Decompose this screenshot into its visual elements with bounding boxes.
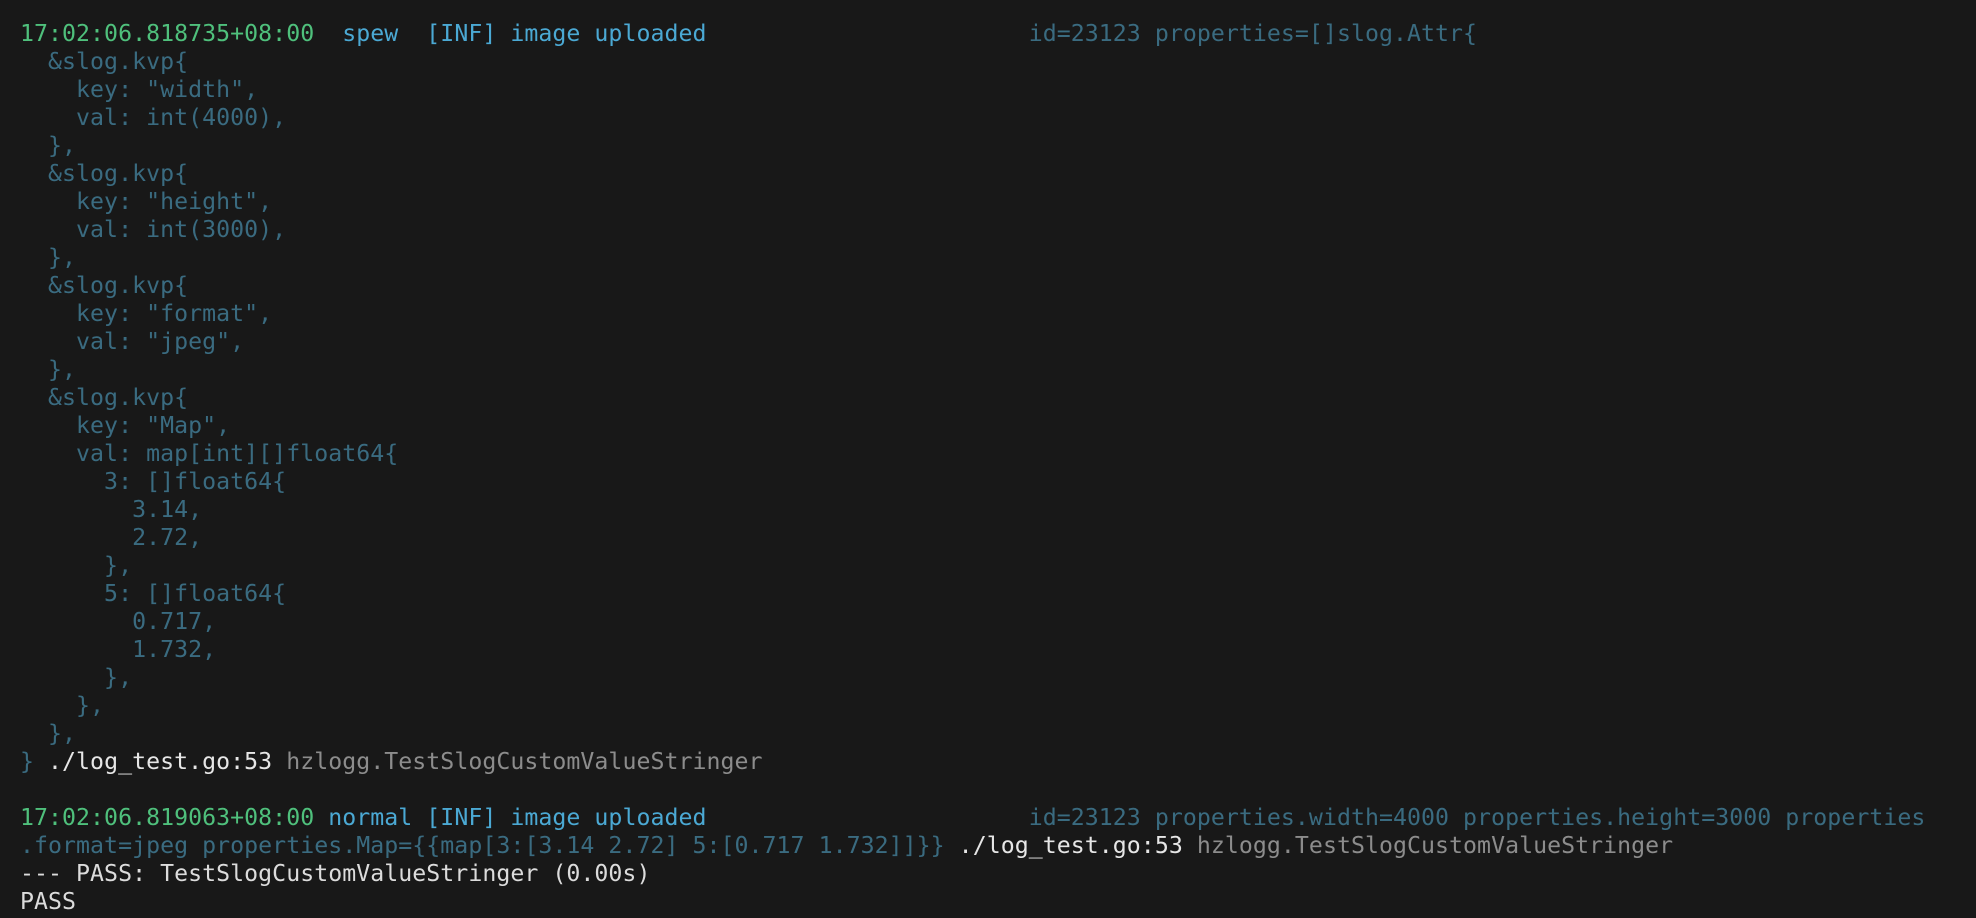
terminal-line: &slog.kvp{	[20, 272, 1976, 300]
terminal-line: 5: []float64{	[20, 580, 1976, 608]
terminal-line: 0.717,	[20, 608, 1976, 636]
terminal-line: },	[20, 552, 1976, 580]
log-attributes: key: "format",	[20, 300, 273, 327]
log-timestamp: 17:02:06.819063+08:00	[20, 804, 315, 831]
log-attributes: id=23123 properties.width=4000 propertie…	[706, 804, 1926, 831]
log-attributes: 3: []float64{	[20, 468, 287, 495]
log-attributes: &slog.kvp{	[20, 48, 189, 75]
terminal-line: &slog.kvp{	[20, 160, 1976, 188]
log-timestamp: 17:02:06.818735+08:00	[20, 20, 315, 47]
terminal-line: val: map[int][]float64{	[20, 440, 1976, 468]
log-attributes: },	[20, 720, 77, 747]
terminal-line: 1.732,	[20, 636, 1976, 664]
log-level-message: normal [INF] image uploaded	[314, 804, 707, 831]
log-attributes: val: "jpeg",	[20, 328, 245, 355]
function-name: hzlogg.TestSlogCustomValueStringer	[272, 748, 763, 775]
terminal-line: &slog.kvp{	[20, 384, 1976, 412]
terminal-line: val: int(3000),	[20, 216, 1976, 244]
terminal-line: 3.14,	[20, 496, 1976, 524]
terminal-line: &slog.kvp{	[20, 48, 1976, 76]
function-name: hzlogg.TestSlogCustomValueStringer	[1182, 832, 1674, 859]
terminal-line: 2.72,	[20, 524, 1976, 552]
log-attributes: },	[20, 552, 133, 579]
log-attributes: key: "height",	[20, 188, 273, 215]
terminal-line: 17:02:06.819063+08:00 normal [INF] image…	[20, 804, 1976, 832]
log-attributes: },	[20, 692, 105, 719]
test-output: --- PASS: TestSlogCustomValueStringer (0…	[20, 860, 651, 887]
terminal-line: },	[20, 356, 1976, 384]
log-attributes: &slog.kvp{	[20, 384, 189, 411]
log-attributes: },	[20, 244, 77, 271]
terminal-line: },	[20, 720, 1976, 748]
log-attributes: id=23123 properties=[]slog.Attr{	[706, 20, 1478, 47]
log-attributes: val: int(4000),	[20, 104, 287, 131]
terminal-line: key: "format",	[20, 300, 1976, 328]
log-attributes: 2.72,	[20, 524, 203, 551]
log-attributes: 5: []float64{	[20, 580, 287, 607]
log-attributes: &slog.kvp{	[20, 272, 189, 299]
log-attributes: .format=jpeg properties.Map={{map[3:[3.1…	[20, 832, 945, 859]
log-level-message: spew [INF] image uploaded	[314, 20, 707, 47]
source-location: ./log_test.go:53	[34, 748, 273, 775]
log-attributes: },	[20, 664, 133, 691]
log-attributes: key: "Map",	[20, 412, 231, 439]
log-attributes: val: int(3000),	[20, 216, 287, 243]
terminal-line: 17:02:06.818735+08:00 spew [INF] image u…	[20, 20, 1976, 48]
terminal-output: 17:02:06.818735+08:00 spew [INF] image u…	[20, 20, 1976, 916]
terminal-line: } ./log_test.go:53 hzlogg.TestSlogCustom…	[20, 748, 1976, 776]
log-attributes: 0.717,	[20, 608, 217, 635]
test-output: PASS	[20, 888, 77, 915]
log-attributes: val: map[int][]float64{	[20, 440, 399, 467]
log-attributes: 3.14,	[20, 496, 203, 523]
terminal-line: key: "height",	[20, 188, 1976, 216]
terminal-line: PASS	[20, 888, 1976, 916]
terminal-line: val: int(4000),	[20, 104, 1976, 132]
terminal-line: },	[20, 132, 1976, 160]
log-attributes: key: "width",	[20, 76, 259, 103]
terminal-line: },	[20, 244, 1976, 272]
terminal-line: },	[20, 692, 1976, 720]
terminal-line: .format=jpeg properties.Map={{map[3:[3.1…	[20, 832, 1976, 860]
source-location: ./log_test.go:53	[944, 832, 1183, 859]
log-attributes: }	[20, 748, 35, 775]
log-attributes: },	[20, 132, 77, 159]
log-attributes: },	[20, 356, 77, 383]
terminal-line: key: "Map",	[20, 412, 1976, 440]
terminal-line: --- PASS: TestSlogCustomValueStringer (0…	[20, 860, 1976, 888]
terminal-line: 3: []float64{	[20, 468, 1976, 496]
log-attributes: 1.732,	[20, 636, 217, 663]
log-attributes: &slog.kvp{	[20, 160, 189, 187]
terminal-line: },	[20, 664, 1976, 692]
terminal-line: key: "width",	[20, 76, 1976, 104]
terminal-line: val: "jpeg",	[20, 328, 1976, 356]
